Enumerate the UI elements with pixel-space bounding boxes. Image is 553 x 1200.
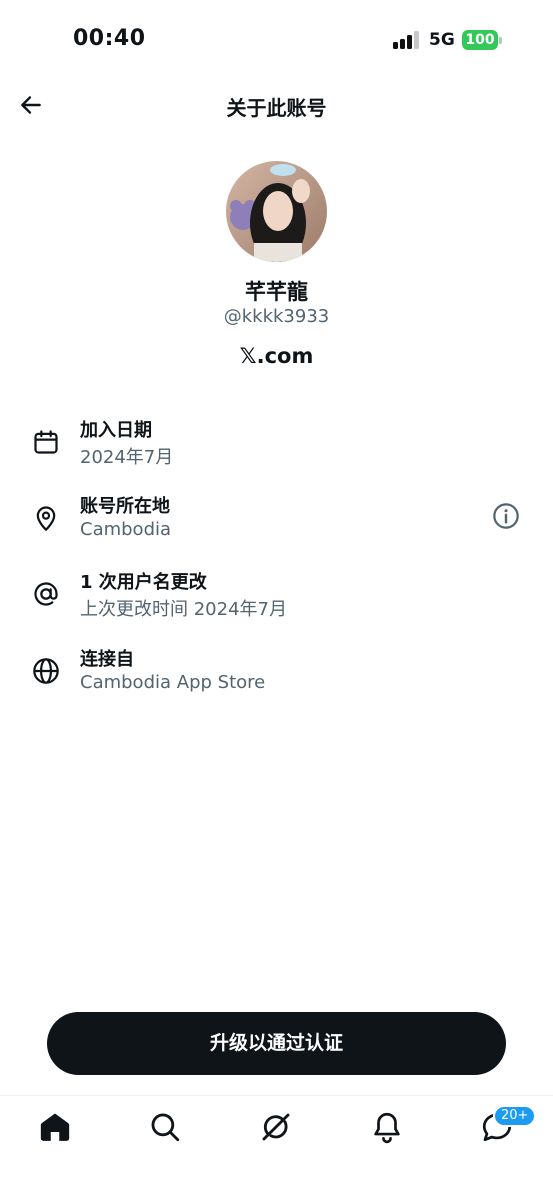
home-icon[interactable] xyxy=(38,1110,72,1144)
display-name: 芊芊龍 xyxy=(245,280,308,304)
page-title: 关于此账号 xyxy=(226,96,327,120)
battery-tip xyxy=(499,37,502,44)
globe-icon xyxy=(33,658,59,684)
at-sign-icon xyxy=(34,582,58,606)
battery-icon: 100 xyxy=(462,30,498,50)
signal-strength-icon xyxy=(393,31,421,49)
network-type: 5G xyxy=(429,30,455,50)
connected-via-label: 连接自 xyxy=(80,649,134,670)
location-pin-icon xyxy=(36,506,56,531)
status-bar: 00:40 5G 100 xyxy=(0,0,553,82)
bottom-tab-bar xyxy=(0,1095,553,1200)
joined-value: 2024年7月 xyxy=(80,447,174,468)
calendar-icon xyxy=(34,430,58,454)
username-changes-value: 上次更改时间 2024年7月 xyxy=(80,599,287,620)
site-label: 𝕏.com xyxy=(239,344,314,368)
info-row-username-changes: 1 次用户名更改 上次更改时间 2024年7月 xyxy=(0,564,553,624)
notifications-icon[interactable] xyxy=(370,1110,404,1144)
info-row-location: 账号所在地 Cambodia xyxy=(0,488,553,548)
about-account-screen: 00:40 5G 100 关于此账号 芊芊龍 @kkkk3933 𝕏.com 加… xyxy=(0,0,553,1200)
info-circle-icon[interactable] xyxy=(492,502,520,530)
info-row-joined: 加入日期 2024年7月 xyxy=(0,412,553,472)
search-icon[interactable] xyxy=(148,1110,182,1144)
grok-icon[interactable] xyxy=(259,1110,293,1144)
verify-upgrade-button[interactable]: 升级以通过认证 xyxy=(47,1012,506,1075)
info-row-connected-via: 连接自 Cambodia App Store xyxy=(0,641,553,701)
messages-badge: 20+ xyxy=(493,1105,537,1127)
status-time: 00:40 xyxy=(73,26,146,51)
avatar[interactable] xyxy=(226,161,327,262)
joined-label: 加入日期 xyxy=(80,420,152,441)
location-value: Cambodia xyxy=(80,519,172,540)
location-label: 账号所在地 xyxy=(80,496,170,517)
username-handle: @kkkk3933 xyxy=(223,306,330,327)
connected-via-value: Cambodia App Store xyxy=(80,672,266,693)
username-changes-label: 1 次用户名更改 xyxy=(80,572,207,593)
